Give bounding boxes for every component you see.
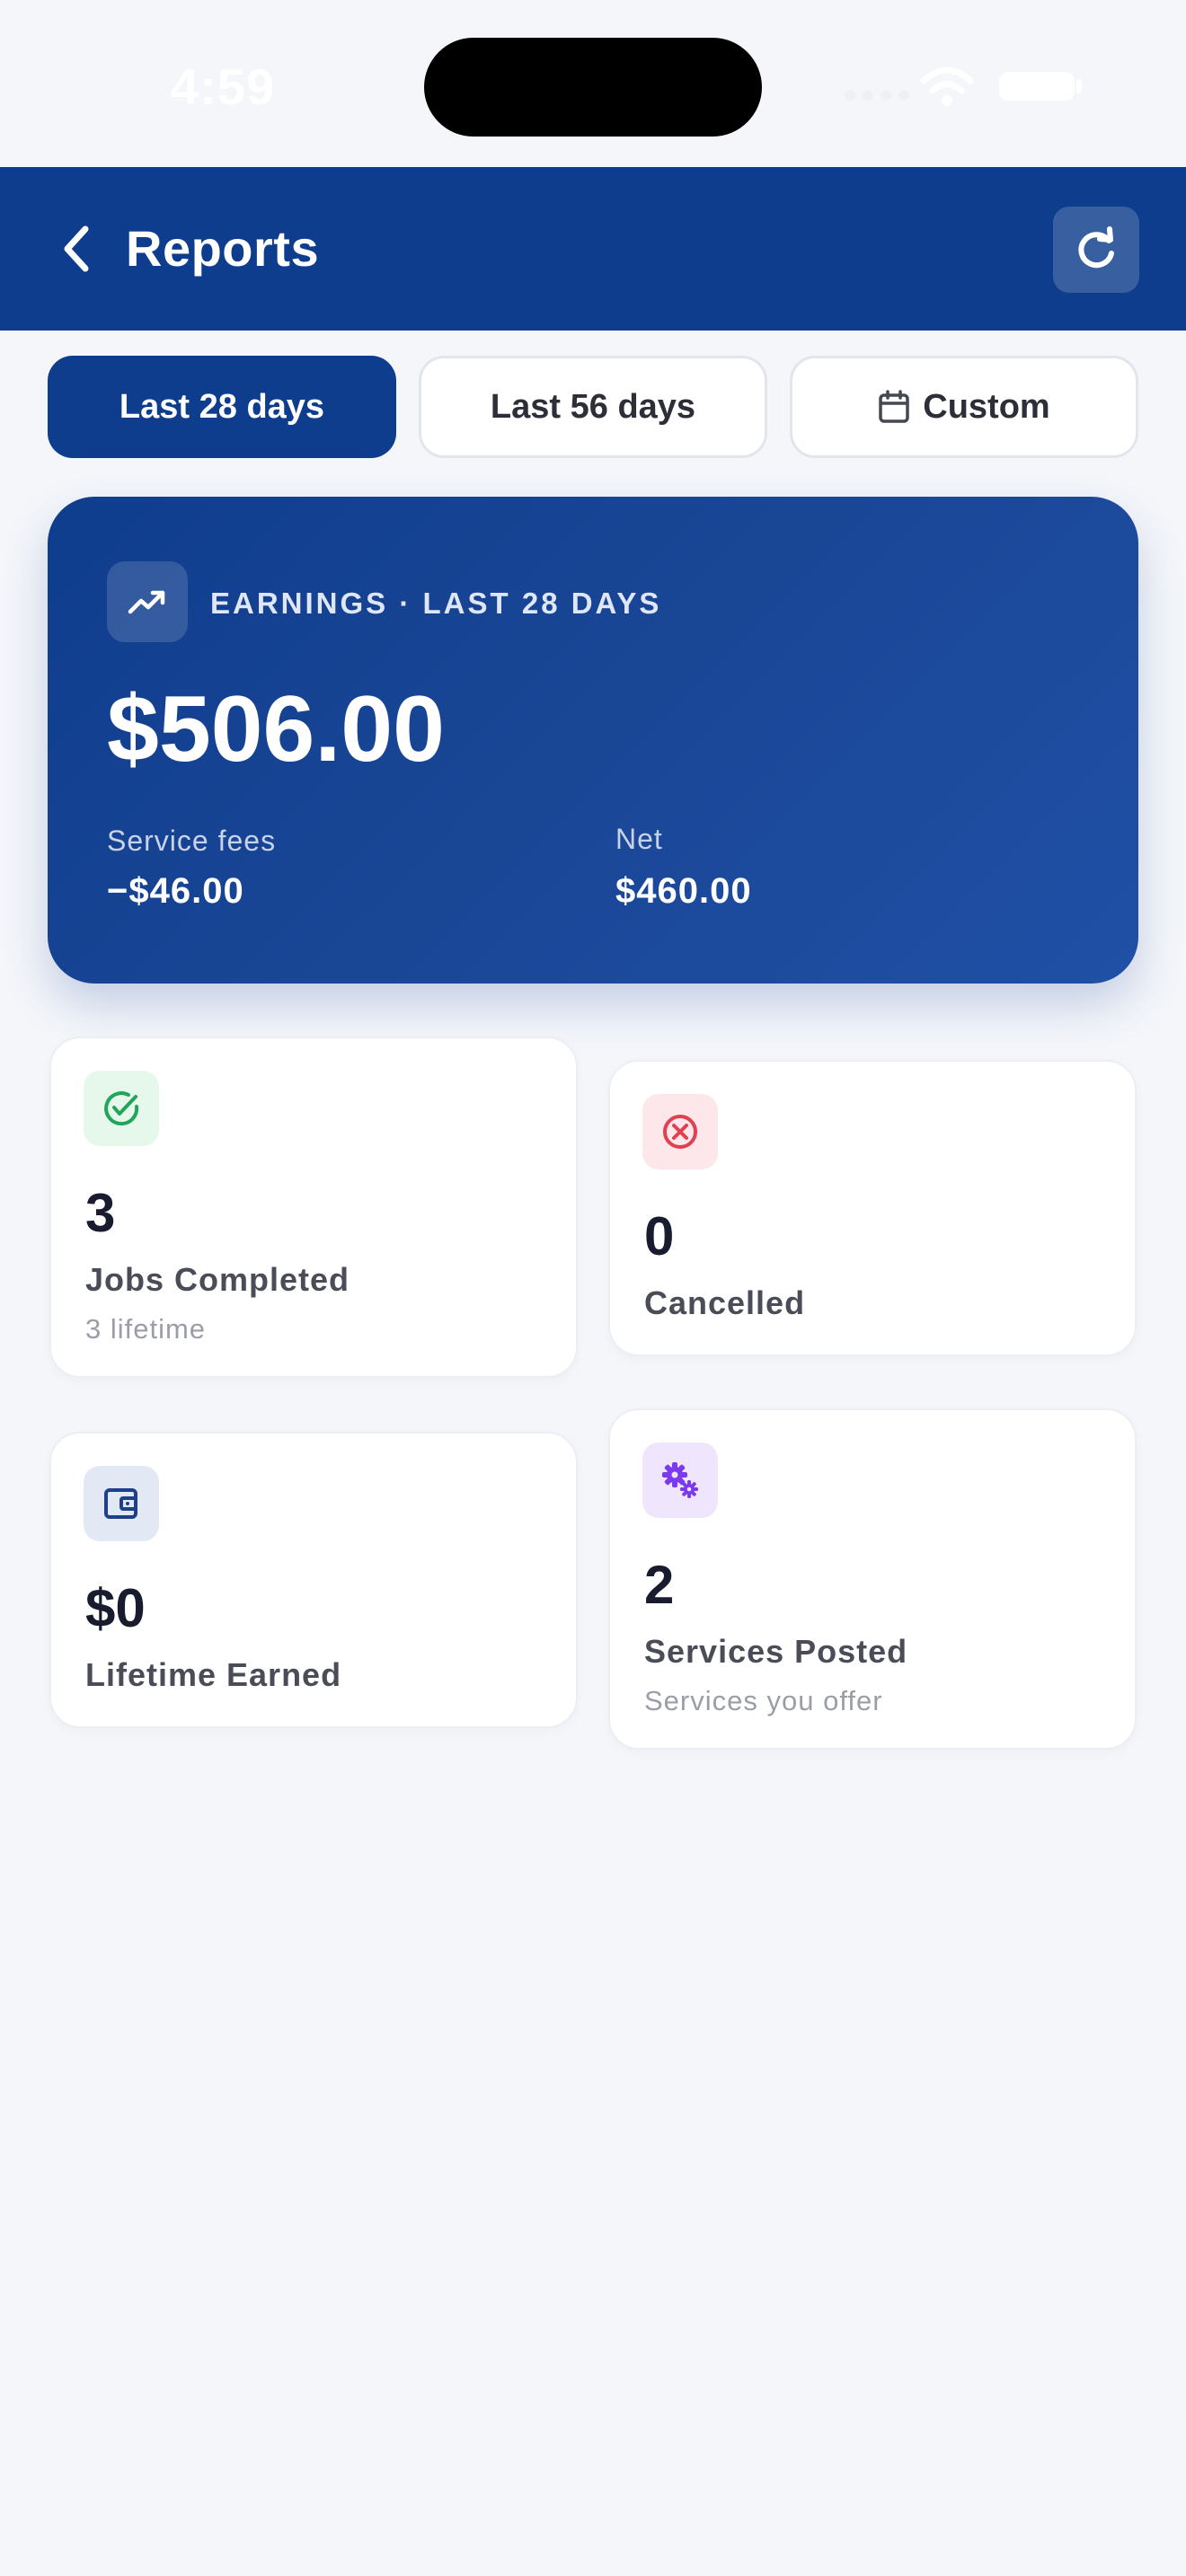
reports-screen: 4:59 Reports Last 28 days Last 56 days C… [0, 0, 1186, 2576]
gears-icon [642, 1442, 718, 1518]
chevron-left-icon [64, 225, 89, 272]
earnings-label: EARNINGS · LAST 28 DAYS [210, 587, 662, 620]
services-posted-card: 2 Services Posted Services you offer [608, 1408, 1137, 1750]
signal-icon [845, 90, 909, 101]
lifetime-earned-card: $0 Lifetime Earned [49, 1432, 578, 1728]
services-posted-sub: Services you offer [644, 1685, 883, 1716]
battery-tip [1076, 79, 1082, 93]
jobs-completed-card: 3 Jobs Completed 3 lifetime [49, 1037, 578, 1378]
service-fees-label: Service fees [107, 825, 277, 857]
refresh-button[interactable] [1053, 207, 1139, 293]
lifetime-earned-value: $0 [85, 1578, 146, 1638]
net-label: Net [615, 823, 663, 855]
jobs-completed-value: 3 [85, 1183, 116, 1243]
services-posted-label: Services Posted [644, 1633, 908, 1670]
tab-last-56-days[interactable]: Last 56 days [419, 356, 767, 458]
earnings-amount: $506.00 [107, 677, 445, 781]
tab-label: Last 28 days [119, 387, 325, 426]
service-fees-value: −$46.00 [107, 871, 244, 911]
lifetime-earned-label: Lifetime Earned [85, 1656, 342, 1693]
status-bar: 4:59 [0, 0, 1186, 167]
check-circle-icon [84, 1071, 159, 1146]
trending-up-icon [107, 561, 188, 642]
x-circle-icon [642, 1094, 718, 1169]
refresh-icon [1078, 226, 1114, 269]
battery-icon [999, 72, 1075, 101]
wallet-icon [84, 1466, 159, 1541]
cancelled-value: 0 [644, 1206, 675, 1266]
earnings-card: EARNINGS · LAST 28 DAYS $506.00 Service … [48, 497, 1138, 984]
net-value: $460.00 [615, 871, 752, 911]
back-button[interactable] [36, 208, 117, 289]
tab-label: Last 56 days [490, 387, 696, 426]
cancelled-label: Cancelled [644, 1284, 806, 1321]
tab-label: Custom [923, 387, 1050, 426]
page-title: Reports [126, 220, 320, 277]
jobs-completed-sub: 3 lifetime [85, 1313, 207, 1345]
calendar-icon [879, 390, 910, 423]
cancelled-card: 0 Cancelled [608, 1060, 1137, 1356]
jobs-completed-label: Jobs Completed [85, 1261, 350, 1298]
services-posted-value: 2 [644, 1555, 675, 1615]
status-time: 4:59 [171, 58, 276, 115]
dynamic-island [424, 38, 762, 137]
tab-last-28-days[interactable]: Last 28 days [48, 356, 396, 458]
tab-custom[interactable]: Custom [790, 356, 1138, 458]
wifi-icon [920, 66, 974, 106]
app-header: Reports [0, 167, 1186, 331]
